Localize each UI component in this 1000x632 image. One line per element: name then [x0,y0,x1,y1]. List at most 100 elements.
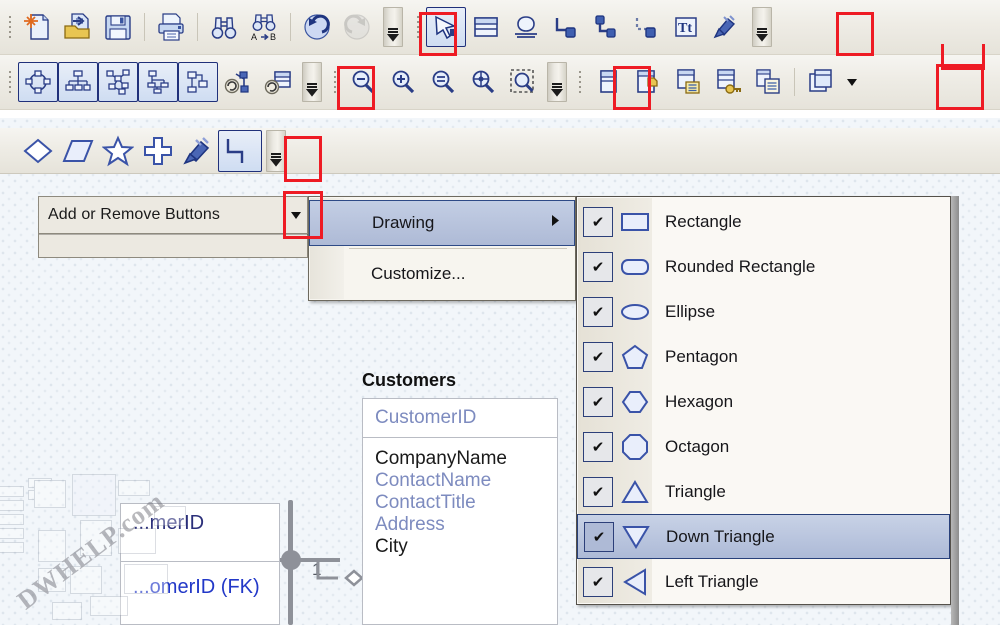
identifying-relationship-icon[interactable] [546,7,586,47]
toolbar-grip[interactable] [330,65,339,99]
display-level-icon[interactable] [588,62,628,102]
hierarchic-layout-icon[interactable] [58,62,98,102]
refresh-table-icon[interactable] [258,62,298,102]
menu-item-customize[interactable]: Customize... [309,251,575,297]
key-display-icon[interactable] [708,62,748,102]
checkbox-checked[interactable]: ✔ [583,566,613,597]
paintbrush-icon[interactable] [706,7,746,47]
left-triangle-shape-icon [617,564,653,600]
customers-attribute: ContactTitle [375,492,476,514]
attribute-display-icon[interactable] [668,62,708,102]
toolbar-overflow-chevron[interactable] [266,129,286,172]
customers-attribute: CompanyName [375,448,507,469]
find-binoculars-icon[interactable] [204,7,244,47]
customers-entity[interactable]: CustomerID CompanyName ContactName Conta… [362,398,558,625]
toolbar-overflow-chevron[interactable] [547,62,567,102]
pentagon-shape-icon [617,339,653,375]
checkbox-checked[interactable]: ✔ [583,431,613,462]
toolbar-options-menu[interactable]: Drawing Customize... [308,196,576,301]
submenu-item-ellipse[interactable]: ✔ Ellipse [577,289,950,334]
undo-arrow-icon[interactable] [297,7,337,47]
window-layer-icon[interactable] [801,62,841,102]
submenu-item-pentagon[interactable]: ✔ Pentagon [577,334,950,379]
elbow-line-icon[interactable] [218,129,262,172]
submenu-item-rectangle[interactable]: ✔ Rectangle [577,199,950,244]
toolbar-overflow-chevron[interactable] [383,7,403,47]
toolbar-separator [794,68,795,96]
zoom-center-icon[interactable] [463,62,503,102]
checkbox-checked[interactable]: ✔ [583,251,613,282]
toolbar-grip[interactable] [413,10,422,44]
menu-separator [349,248,567,249]
non-identifying-relationship-icon[interactable] [586,7,626,47]
print-icon[interactable] [151,7,191,47]
checkbox-checked[interactable]: ✔ [583,341,613,372]
menu-item-label: Customize... [371,264,466,283]
customers-entity-title: Customers [362,370,457,390]
drawing-toolbar[interactable] [0,128,1000,174]
pointer-select-icon[interactable] [426,7,466,47]
subject-area-icon[interactable] [628,62,668,102]
submenu-item-hexagon[interactable]: ✔ Hexagon [577,379,950,424]
entity-table-icon[interactable] [466,7,506,47]
customers-attribute: ContactName [375,470,492,492]
layout-zoom-toolbar[interactable] [0,55,1000,110]
zoom-fit-icon[interactable] [423,62,463,102]
toolbar-grip[interactable] [5,65,14,99]
cross-shape-icon[interactable] [138,131,178,171]
submenu-item-label: Hexagon [665,391,734,411]
refresh-layout-icon[interactable] [218,62,258,102]
save-disk-icon[interactable] [98,7,138,47]
zoom-out-icon[interactable] [343,62,383,102]
submenu-item-rounded-rectangle[interactable]: ✔ Rounded Rectangle [577,244,950,289]
zoom-marquee-icon[interactable] [503,62,543,102]
submenu-item-label: Ellipse [665,301,716,321]
submenu-item-label: Rectangle [665,211,742,231]
add-or-remove-buttons-dropdown[interactable]: Add or Remove Buttons [38,196,308,234]
new-document-icon[interactable] [18,7,58,47]
diamond-shape-icon[interactable] [18,131,58,171]
tree-layout-icon[interactable] [138,62,178,102]
submenu-item-octagon[interactable]: ✔ Octagon [577,424,950,469]
definition-display-icon[interactable] [748,62,788,102]
checkbox-checked[interactable]: ✔ [583,296,613,327]
toolbar-separator [144,13,145,41]
checkbox-checked[interactable]: ✔ [583,206,613,237]
view-icon[interactable] [506,7,546,47]
zoom-in-icon[interactable] [383,62,423,102]
toolbar-grip[interactable] [575,65,584,99]
toolbar-overflow-chevron[interactable] [302,62,322,102]
down-triangle-shape-icon [618,519,654,555]
orders-entity-partial[interactable]: ...merID ...omerID (FK) [120,503,280,625]
text-block-icon[interactable]: Tt [666,7,706,47]
submenu-item-left-triangle[interactable]: ✔ Left Triangle [577,559,950,604]
orthogonal-layout-icon[interactable] [178,62,218,102]
rectangle-shape-icon [617,204,653,240]
submenu-item-down-triangle[interactable]: ✔ Down Triangle [577,514,950,559]
submenu-item-label: Triangle [665,481,726,501]
toolbar-separator [197,13,198,41]
checkbox-checked[interactable]: ✔ [583,386,613,417]
parallelogram-shape-icon[interactable] [58,131,98,171]
organic-layout-icon[interactable] [98,62,138,102]
octagon-shape-icon [617,429,653,465]
checkbox-checked[interactable]: ✔ [584,521,614,552]
menu-item-drawing[interactable]: Drawing [309,200,575,246]
submenu-item-triangle[interactable]: ✔ Triangle [577,469,950,514]
star-shape-icon[interactable] [98,131,138,171]
find-replace-icon[interactable]: A B [244,7,284,47]
open-folder-icon[interactable] [58,7,98,47]
checkbox-checked[interactable]: ✔ [583,476,613,507]
toolbar-overflow-chevron[interactable] [752,7,772,47]
paintbrush-shape-icon[interactable] [178,131,218,171]
toolbar-grip[interactable] [5,10,14,44]
circular-layout-icon[interactable] [18,62,58,102]
chevron-down-icon[interactable] [841,62,863,102]
chevron-down-icon[interactable] [285,211,307,220]
customers-attribute: Address [375,514,445,536]
dashed-relationship-icon[interactable] [626,7,666,47]
submenu-scrollbar[interactable] [951,196,959,625]
drawing-shapes-submenu[interactable]: ✔ Rectangle ✔ Rounded Rectangle ✔ Ellips… [576,196,951,605]
standard-toolbar[interactable]: A B Tt [0,0,1000,55]
redo-arrow-icon [337,7,377,47]
